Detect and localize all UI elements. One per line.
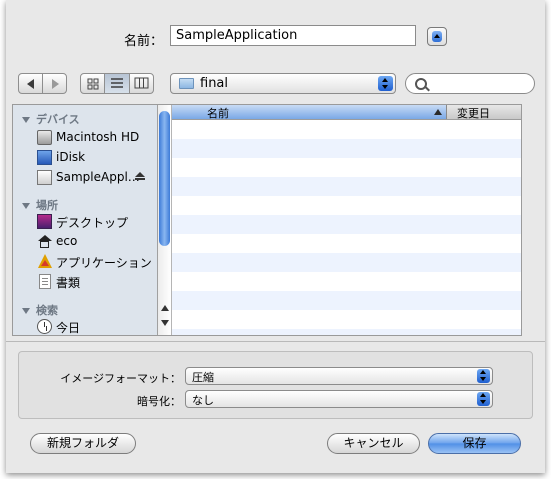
filename-input[interactable]: SampleApplication [170,25,416,46]
disclosure-triangle-icon [22,117,30,123]
sidebar-scrollbar[interactable] [158,105,172,335]
back-button[interactable] [18,73,43,94]
desktop-icon [37,214,52,229]
back-arrow-icon [27,79,34,89]
column-view-icon [134,77,149,89]
image-format-popup[interactable]: 圧縮 [185,367,493,385]
sidebar-section-search[interactable]: 検索 [13,302,58,318]
image-format-label: イメージフォーマット： [60,372,181,385]
encryption-popup[interactable]: なし [185,390,493,408]
filename-label: 名前： [124,34,164,49]
search-field[interactable] [405,73,535,94]
save-button[interactable]: 保存 [428,433,521,454]
hard-disk-icon [37,130,52,145]
home-icon [37,234,52,249]
file-list: 名前 変更日 [172,105,521,335]
list-view-icon [111,78,123,88]
location-popup[interactable]: final [170,73,396,94]
location-label: final [200,76,229,91]
disclosure-up-icon [432,31,442,42]
scrollbar-thumb[interactable] [159,111,170,246]
search-icon [415,78,427,90]
disclosure-triangle-icon [22,308,30,314]
forward-arrow-icon [52,79,59,89]
file-browser: デバイス Macintosh HD iDisk SampleAppl… 場所 デ… [12,104,522,336]
popup-arrows-icon [378,76,393,91]
column-view-button[interactable] [129,73,154,94]
sidebar-section-devices[interactable]: デバイス [13,111,80,127]
new-folder-button[interactable]: 新規フォルダ [30,433,136,454]
save-dialog: 名前： SampleApplication final デバイス Macinto… [6,0,545,473]
cancel-button[interactable]: キャンセル [327,433,420,454]
applications-icon [37,254,52,269]
folder-icon [179,78,194,89]
icon-view-button[interactable] [80,73,105,94]
file-list-rows[interactable] [172,120,521,335]
eject-icon[interactable] [135,172,145,180]
options-panel: イメージフォーマット： 圧縮 暗号化： なし [18,351,533,419]
popup-arrows-icon [477,392,490,406]
file-list-header: 名前 変更日 [172,105,521,121]
column-header-name[interactable]: 名前 [172,105,447,120]
separator [6,341,545,342]
sidebar-section-places[interactable]: 場所 [13,197,58,213]
forward-button[interactable] [42,73,67,94]
scroll-up-icon[interactable] [161,305,169,311]
disclosure-triangle-icon [22,203,30,209]
collapse-dialog-button[interactable] [427,27,447,46]
clock-icon [37,319,52,334]
encryption-label: 暗号化： [137,395,181,408]
sort-ascending-icon [434,109,442,115]
popup-arrows-icon [477,369,490,383]
scroll-down-icon[interactable] [161,320,169,326]
column-header-date-modified[interactable]: 変更日 [457,105,490,121]
list-view-button[interactable] [104,73,130,94]
volume-icon [37,170,52,185]
icon-view-icon [87,78,99,90]
sidebar: デバイス Macintosh HD iDisk SampleAppl… 場所 デ… [13,105,158,335]
documents-icon [39,274,51,289]
idisk-icon [37,150,52,165]
